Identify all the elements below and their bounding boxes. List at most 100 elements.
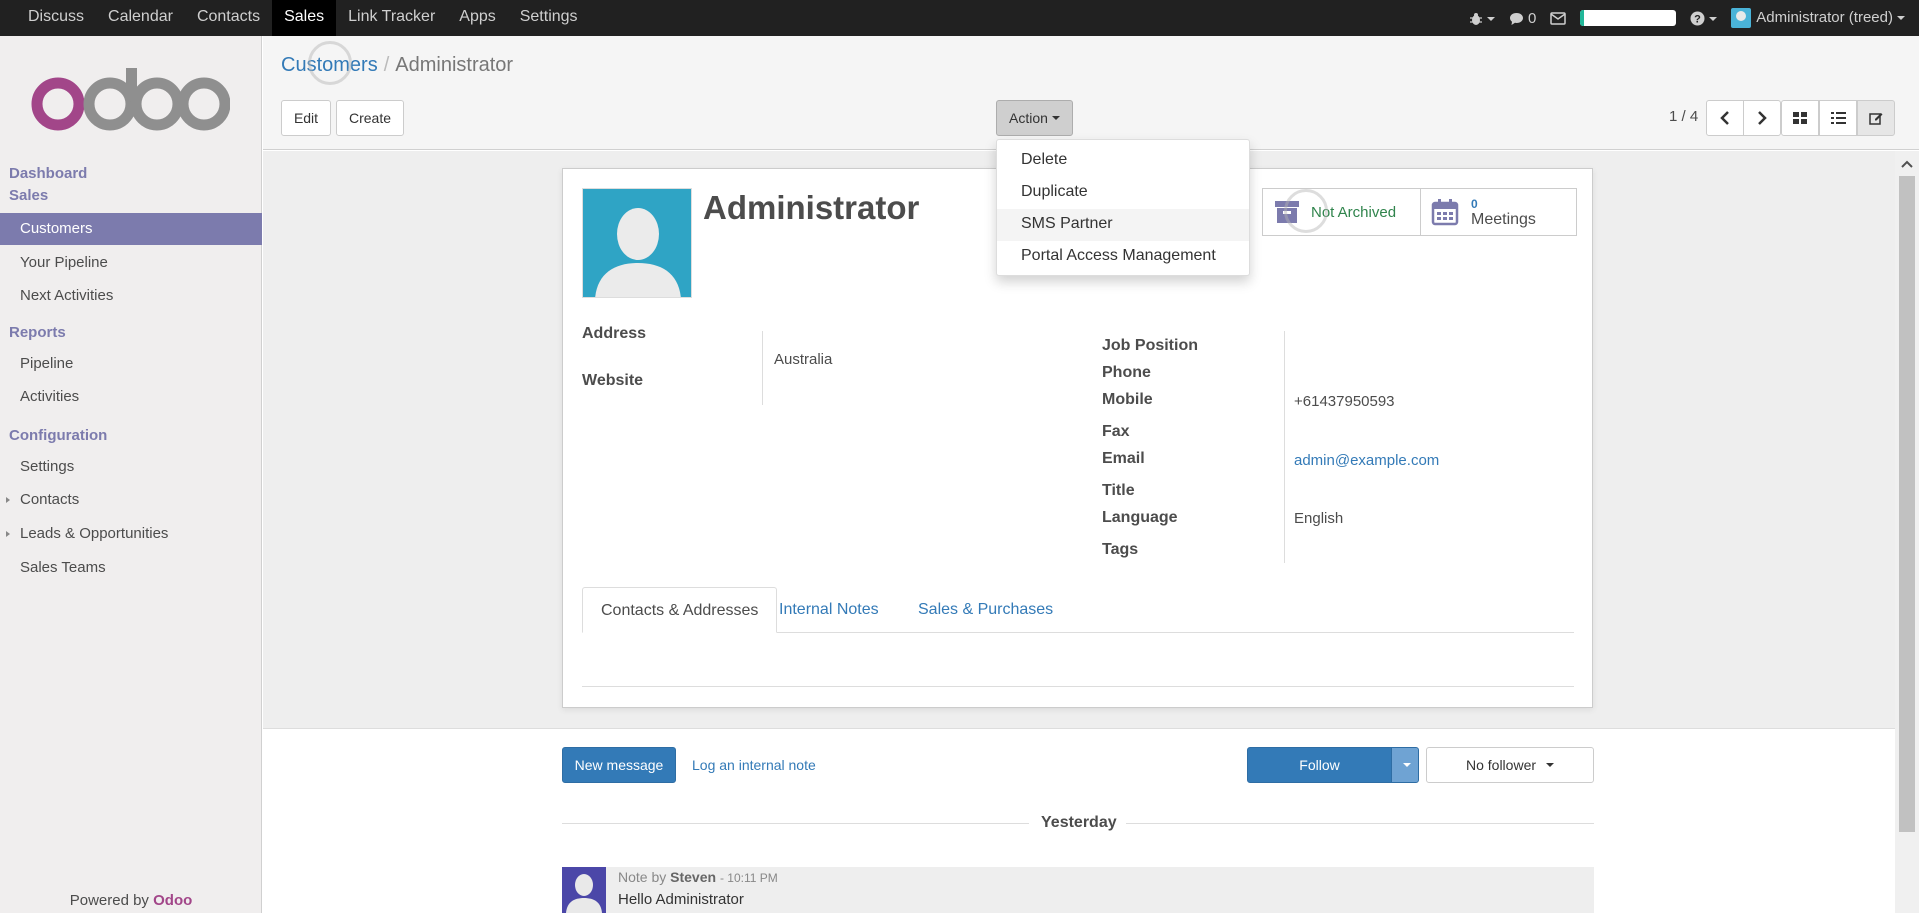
- menu-dashboard[interactable]: Dashboard: [9, 165, 87, 182]
- language-label: Language: [1102, 509, 1178, 526]
- meetings-button[interactable]: 0 Meetings: [1420, 188, 1577, 236]
- sidebar-item-leads-opportunities[interactable]: Leads & Opportunities: [0, 518, 262, 550]
- click-ripple: [308, 41, 352, 85]
- message-body: Hello Administrator: [618, 891, 744, 908]
- envelope-icon: [1550, 12, 1567, 25]
- breadcrumb-current: Administrator: [395, 54, 514, 76]
- action-label: Action: [1009, 110, 1048, 126]
- pager-value[interactable]: 1 / 4: [1669, 108, 1698, 125]
- tab-contacts-addresses[interactable]: Contacts & Addresses: [582, 587, 778, 633]
- list-icon: [1830, 112, 1846, 124]
- person-placeholder-icon: [595, 208, 681, 297]
- fax-label: Fax: [1102, 423, 1130, 440]
- list-view-button[interactable]: [1819, 100, 1857, 136]
- sidebar-item-contacts[interactable]: Contacts: [0, 484, 262, 516]
- menu-item-sms-partner[interactable]: SMS Partner: [997, 209, 1249, 241]
- action-dropdown-button[interactable]: Action: [996, 100, 1073, 136]
- edit-button[interactable]: Edit: [281, 100, 331, 136]
- message-count: 0: [1527, 9, 1537, 27]
- mobile-label: Mobile: [1102, 391, 1153, 408]
- record-name[interactable]: Administrator: [703, 189, 919, 227]
- powered-by-text: Powered by: [69, 892, 149, 909]
- chevron-left-icon: [1720, 111, 1729, 125]
- language-field[interactable]: English: [1294, 510, 1343, 527]
- scroll-thumb[interactable]: [1899, 176, 1915, 832]
- menu-item-duplicate[interactable]: Duplicate: [997, 177, 1249, 209]
- bug-icon: [1469, 12, 1482, 25]
- website-label: Website: [582, 372, 644, 389]
- systray: 0 ? Administrator (treed): [1469, 0, 1905, 36]
- message-author-avatar[interactable]: [562, 867, 606, 913]
- tab-sales-purchases[interactable]: Sales & Purchases: [900, 587, 1071, 633]
- debug-menu[interactable]: [1469, 10, 1495, 27]
- new-message-button[interactable]: New message: [562, 747, 676, 783]
- follow-options-button[interactable]: [1391, 747, 1419, 783]
- job-position-label: Job Position: [1102, 337, 1198, 354]
- divider: [1284, 331, 1285, 563]
- date-separator: Yesterday: [1041, 814, 1117, 831]
- sidebar-item-sales-teams[interactable]: Sales Teams: [0, 552, 262, 584]
- top-navbar: Discuss Calendar Contacts Sales Link Tra…: [0, 0, 1919, 36]
- app-settings[interactable]: Settings: [508, 0, 590, 36]
- scroll-up-icon[interactable]: [1895, 155, 1919, 173]
- question-circle-icon: ?: [1690, 11, 1705, 26]
- partner-avatar[interactable]: [582, 188, 692, 298]
- app-calendar[interactable]: Calendar: [96, 0, 185, 36]
- title-label: Title: [1102, 482, 1135, 499]
- user-avatar: [1731, 8, 1752, 28]
- sidebar-item-customers[interactable]: Customers: [0, 213, 262, 245]
- app-contacts[interactable]: Contacts: [185, 0, 272, 36]
- sidebar-item-pipeline[interactable]: Pipeline: [0, 348, 262, 380]
- person-placeholder-icon: [566, 874, 602, 913]
- message-author[interactable]: Steven: [670, 869, 716, 885]
- sidebar: Dashboard Sales Customers Your Pipeline …: [0, 36, 262, 913]
- followers-label: No follower: [1465, 757, 1537, 773]
- messaging-menu[interactable]: 0: [1509, 9, 1537, 27]
- tab-internal-notes[interactable]: Internal Notes: [761, 587, 897, 633]
- kanban-view-button[interactable]: [1781, 100, 1819, 136]
- scrollbar[interactable]: [1895, 151, 1919, 913]
- sidebar-item-activities[interactable]: Activities: [0, 381, 262, 413]
- odoo-logo[interactable]: [30, 66, 230, 136]
- create-button[interactable]: Create: [336, 100, 404, 136]
- message-prefix: Note by: [618, 869, 667, 885]
- country-field[interactable]: Australia: [774, 351, 832, 368]
- help-menu[interactable]: ?: [1690, 10, 1718, 27]
- menu-item-portal-access[interactable]: Portal Access Management: [997, 241, 1249, 273]
- menu-item-delete[interactable]: Delete: [997, 145, 1249, 177]
- meetings-label: Meetings: [1471, 211, 1536, 228]
- divider: [762, 331, 763, 405]
- pager-next-button[interactable]: [1743, 100, 1781, 136]
- log-note-button[interactable]: Log an internal note: [692, 757, 816, 773]
- sidebar-item-settings[interactable]: Settings: [0, 451, 262, 483]
- email-link[interactable]: admin@example.com: [1294, 452, 1439, 469]
- message-header: Note by Steven - 10:11 PM: [618, 869, 778, 885]
- click-ripple: [1284, 189, 1328, 233]
- address-label: Address: [582, 325, 647, 342]
- powered-by-brand-link[interactable]: Odoo: [153, 892, 192, 909]
- form-view-button[interactable]: [1857, 100, 1895, 136]
- control-panel: Customers / Administrator Edit Create Acti…: [263, 36, 1919, 150]
- tags-label: Tags: [1102, 541, 1139, 558]
- app-sales[interactable]: Sales: [272, 0, 337, 36]
- date-separator-line: [1126, 823, 1594, 824]
- follow-button[interactable]: Follow: [1247, 747, 1392, 783]
- user-name: Administrator (treed): [1756, 8, 1893, 26]
- app-link-tracker[interactable]: Link Tracker: [336, 0, 447, 36]
- sidebar-item-leads-label: Leads & Opportunities: [20, 525, 169, 542]
- user-menu[interactable]: Administrator (treed): [1731, 8, 1905, 28]
- sidebar-item-your-pipeline[interactable]: Your Pipeline: [0, 247, 262, 279]
- followers-dropdown[interactable]: No follower: [1426, 747, 1594, 783]
- caret-down-icon: [1403, 763, 1411, 767]
- svg-text:?: ?: [1694, 14, 1701, 26]
- activity-menu[interactable]: [1550, 10, 1567, 27]
- app-apps[interactable]: Apps: [447, 0, 507, 36]
- chat-bubble-icon: [1509, 12, 1523, 25]
- meetings-stat: 0 Meetings: [1471, 196, 1536, 228]
- chatter: New message Log an internal note Follow …: [263, 729, 1895, 913]
- mobile-field[interactable]: +61437950593: [1294, 393, 1395, 410]
- app-discuss[interactable]: Discuss: [16, 0, 96, 36]
- menu-section-configuration: Configuration: [9, 427, 108, 444]
- pager-previous-button[interactable]: [1706, 100, 1744, 136]
- sidebar-item-next-activities[interactable]: Next Activities: [0, 280, 262, 312]
